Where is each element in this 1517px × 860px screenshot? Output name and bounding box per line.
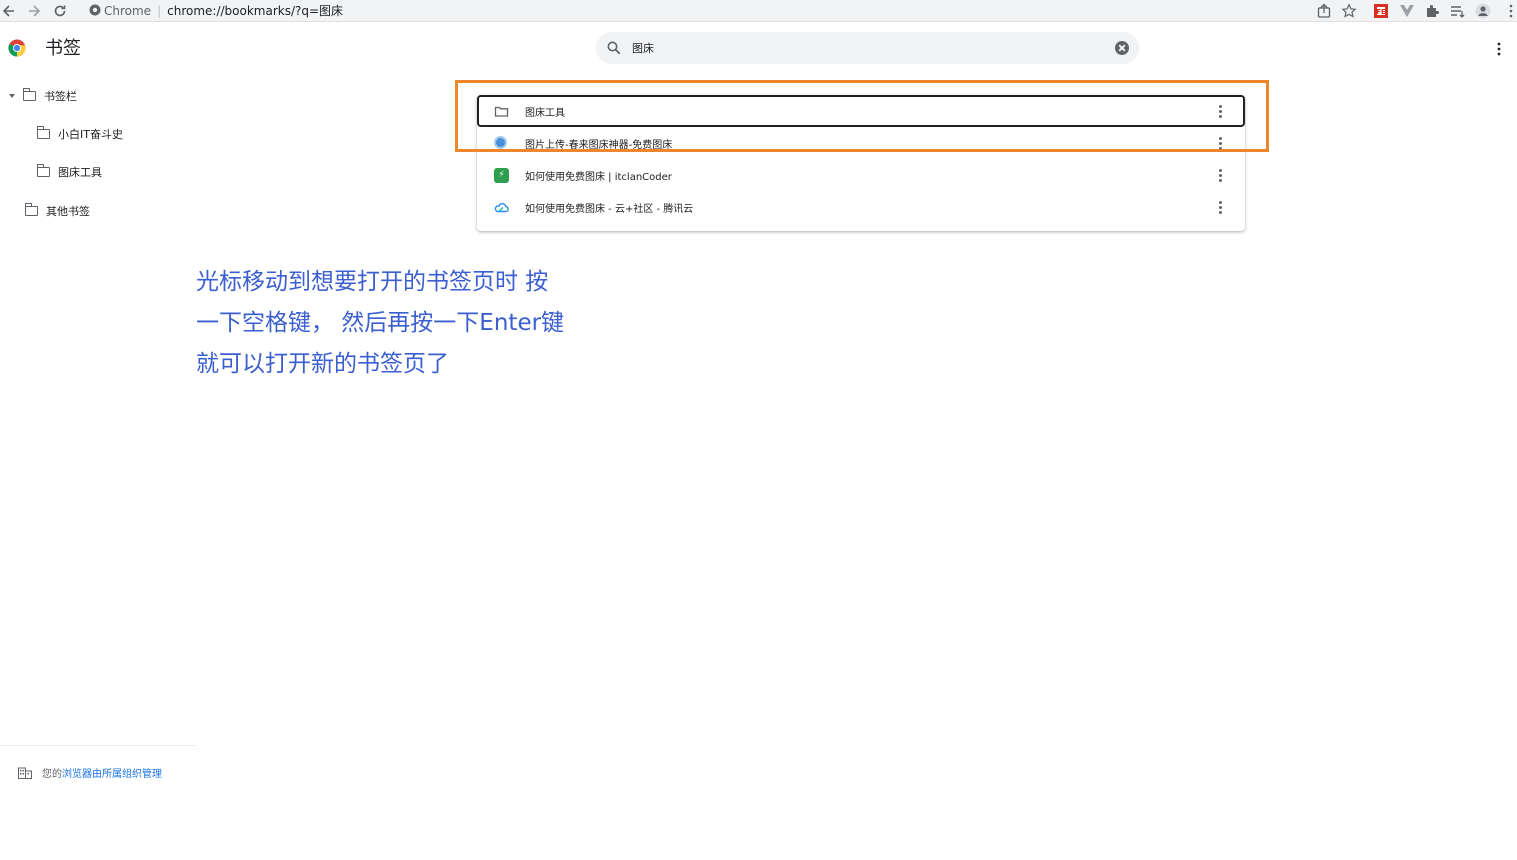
- search-input[interactable]: [632, 37, 1102, 59]
- result-row-folder[interactable]: 图床工具: [477, 95, 1245, 127]
- result-label: 图床工具: [525, 107, 565, 119]
- result-label: 图片上传-春来图床神器-免费图床: [525, 139, 673, 151]
- globe-favicon-icon: [494, 136, 507, 149]
- result-row[interactable]: 如何使用免费图床 - 云+社区 - 腾讯云: [477, 191, 1245, 223]
- sidebar-item-xiaobai[interactable]: 小白IT奋斗史: [36, 122, 123, 146]
- chrome-logo-icon: [8, 39, 26, 57]
- building-icon: [18, 767, 32, 779]
- sidebar-item-label: 图床工具: [58, 166, 102, 179]
- result-row[interactable]: 图片上传-春来图床神器-免费图床: [477, 127, 1245, 159]
- expand-caret-icon[interactable]: [9, 94, 15, 98]
- sidebar-item-image-hosting-tools[interactable]: 图床工具: [36, 160, 102, 184]
- bookmarks-menu-icon[interactable]: [1492, 40, 1506, 58]
- profile-avatar-icon[interactable]: [1475, 3, 1491, 19]
- row-menu-icon[interactable]: [1218, 168, 1224, 182]
- sidebar-item-label: 其他书签: [46, 205, 90, 218]
- sidebar-item-label: 书签栏: [44, 90, 77, 103]
- result-label: 如何使用免费图床 - 云+社区 - 腾讯云: [525, 203, 694, 215]
- folder-icon: [36, 164, 50, 177]
- row-menu-icon[interactable]: [1218, 136, 1224, 150]
- browser-toolbar: Chrome | chrome://bookmarks/?q=图床 FE: [0, 0, 1517, 22]
- folder-icon: [494, 106, 509, 117]
- managed-prefix: 您的: [42, 769, 62, 780]
- row-menu-icon[interactable]: [1218, 104, 1224, 118]
- extensions-puzzle-icon[interactable]: [1424, 3, 1440, 19]
- site-info-icon[interactable]: [88, 3, 102, 17]
- sidebar-item-bookmarks-bar[interactable]: 书签栏: [9, 84, 77, 108]
- page-title: 书签: [45, 38, 81, 59]
- extension-fe-icon[interactable]: FE: [1373, 3, 1389, 19]
- bookmark-search-box[interactable]: [596, 32, 1139, 64]
- result-label: 如何使用免费图床 | itclanCoder: [525, 171, 672, 183]
- managed-link[interactable]: 浏览器由所属组织管理: [62, 765, 162, 780]
- back-icon[interactable]: [0, 2, 18, 20]
- search-icon: [607, 41, 621, 55]
- folder-icon: [36, 126, 50, 139]
- omnibox[interactable]: Chrome | chrome://bookmarks/?q=图床: [80, 1, 1360, 21]
- browser-menu-icon[interactable]: [1503, 3, 1517, 19]
- omnibox-text: Chrome | chrome://bookmarks/?q=图床: [104, 4, 344, 18]
- forward-icon[interactable]: [25, 2, 43, 20]
- tencent-cloud-favicon-icon: [494, 203, 509, 213]
- annotation-line: 就可以打开新的书签页了: [196, 351, 449, 377]
- sidebar-divider: [0, 745, 196, 746]
- star-icon[interactable]: [1341, 3, 1357, 19]
- clear-search-icon[interactable]: [1115, 41, 1129, 55]
- itclan-favicon-icon: ⚡: [494, 168, 509, 183]
- sidebar-item-label: 小白IT奋斗史: [58, 128, 123, 141]
- annotation-line: 光标移动到想要打开的书签页时 按: [196, 269, 549, 295]
- row-menu-icon[interactable]: [1218, 200, 1224, 214]
- reading-list-icon[interactable]: [1449, 3, 1465, 19]
- bookmark-results-list: 图床工具 图片上传-春来图床神器-免费图床 ⚡ 如何使用免费图床 | itcla…: [477, 95, 1245, 231]
- sidebar-item-other-bookmarks[interactable]: 其他书签: [24, 199, 90, 223]
- share-icon[interactable]: [1316, 3, 1332, 19]
- result-row[interactable]: ⚡ 如何使用免费图床 | itclanCoder: [477, 159, 1245, 191]
- folder-icon: [22, 88, 36, 101]
- extension-vue-icon[interactable]: [1399, 3, 1415, 19]
- omnibox-url: chrome://bookmarks/?q=图床: [167, 4, 344, 18]
- omnibox-label: Chrome: [104, 4, 152, 18]
- svg-text:FE: FE: [1376, 8, 1386, 16]
- annotation-text: 光标移动到想要打开的书签页时 按 一下空格键， 然后再按一下Enter键 就可以…: [196, 262, 616, 385]
- annotation-line: 一下空格键， 然后再按一下Enter键: [196, 310, 565, 336]
- managed-by-organization: 您的 浏览器由所属组织管理: [18, 765, 162, 780]
- folder-icon: [24, 203, 38, 216]
- reload-icon[interactable]: [51, 2, 69, 20]
